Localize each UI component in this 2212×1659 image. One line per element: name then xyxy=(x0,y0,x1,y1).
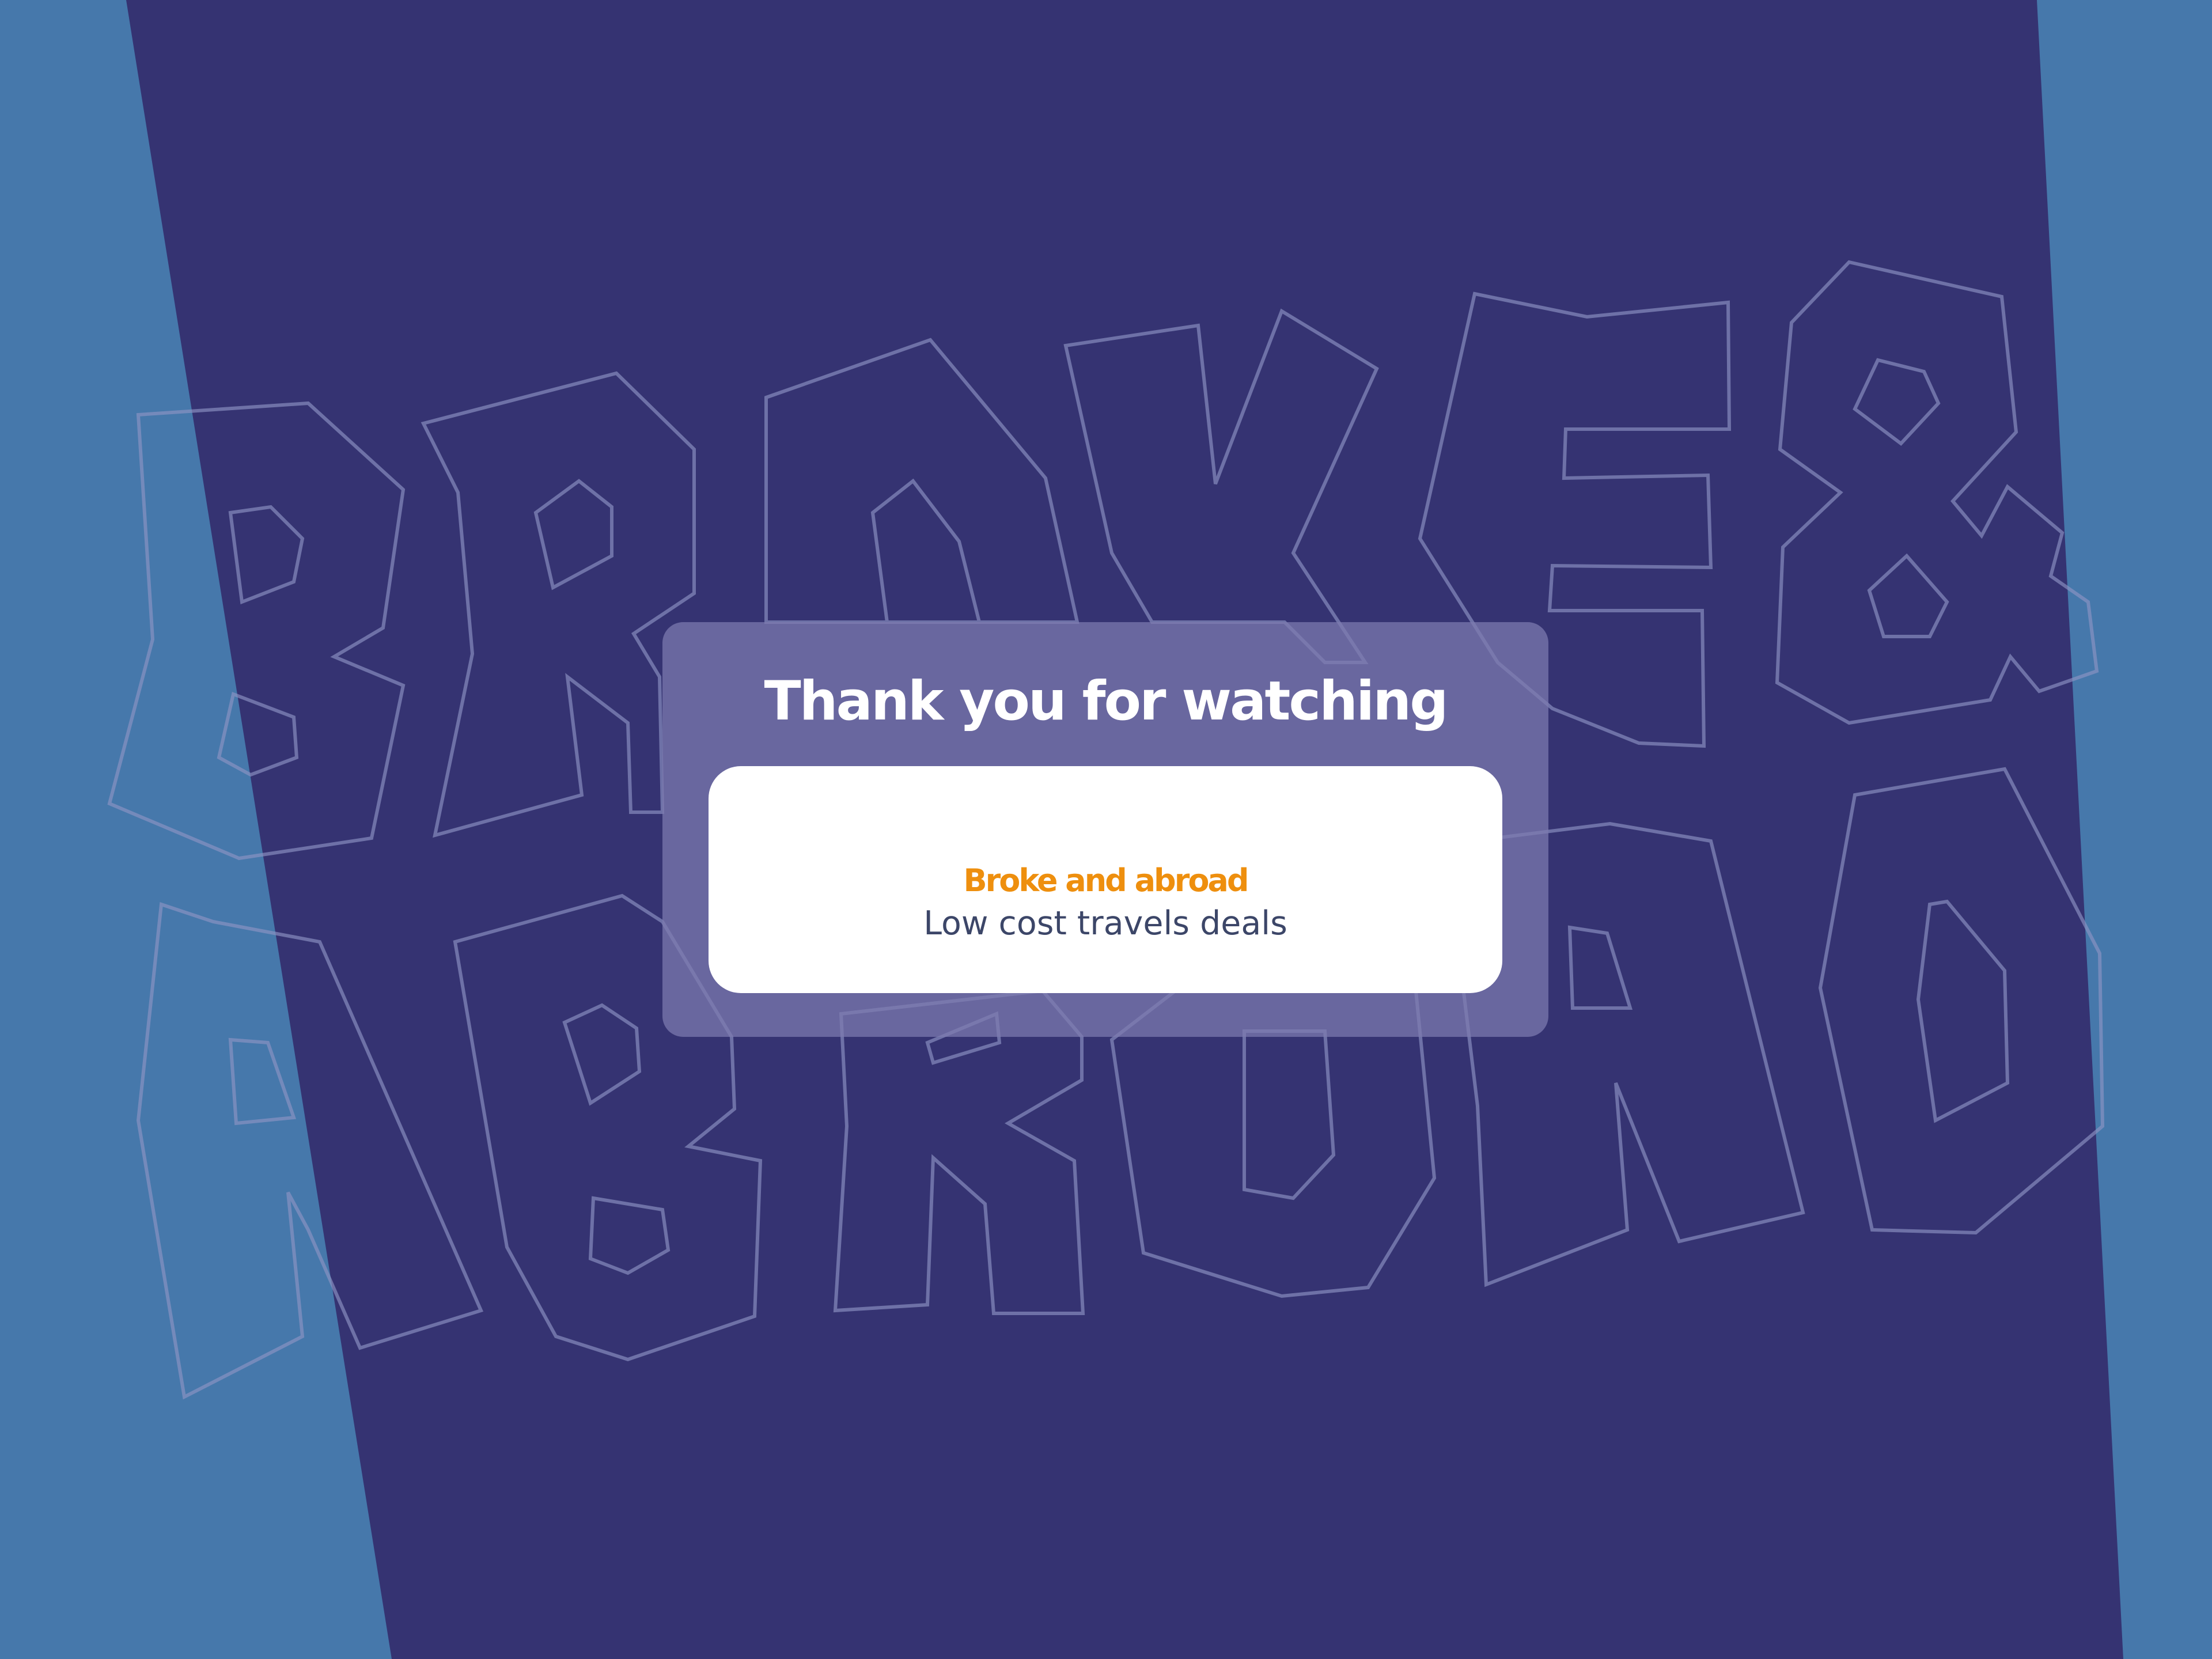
brand-info-panel: Broke and abroad Low cost travels deals xyxy=(709,766,1502,993)
brand-tagline: Low cost travels deals xyxy=(923,904,1287,942)
end-screen-card: Thank you for watching Broke and abroad … xyxy=(662,622,1548,1037)
end-screen-title: Thank you for watching xyxy=(764,670,1449,733)
brand-name: Broke and abroad xyxy=(963,862,1249,899)
